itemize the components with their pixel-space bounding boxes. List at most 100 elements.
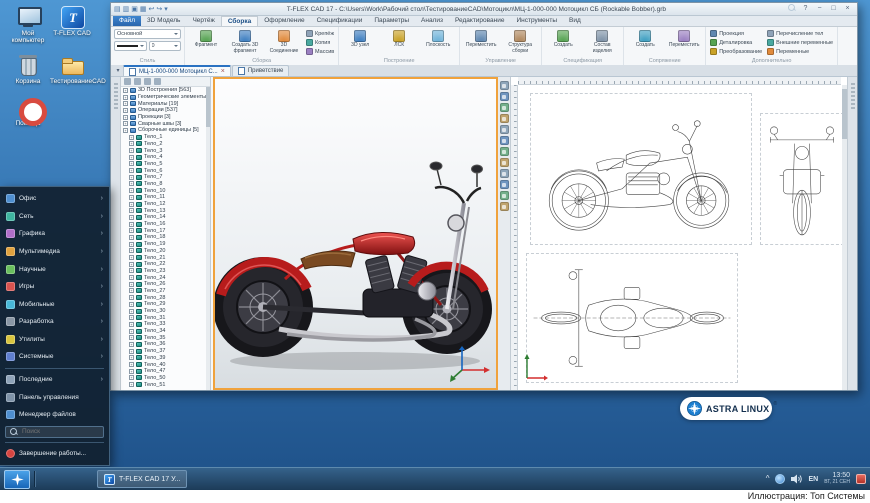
3d-viewport[interactable] <box>213 77 498 390</box>
tray-expand-icon[interactable]: ^ <box>766 475 770 483</box>
menu-category-8[interactable]: Разработка› <box>0 313 109 331</box>
ribbon-button[interactable]: Состав изделия <box>583 28 621 57</box>
desktop-icon-5[interactable]: Помощь <box>6 96 50 127</box>
zoom-icon[interactable] <box>500 114 509 123</box>
pan-icon[interactable] <box>500 103 509 112</box>
motorcycle-top-view-drawing[interactable] <box>526 253 738 383</box>
ribbon-tab-2[interactable]: 3D Модель <box>141 16 186 26</box>
motorcycle-side-view-drawing[interactable] <box>530 93 752 245</box>
minimize-button[interactable]: − <box>813 4 826 14</box>
ribbon-tab-8[interactable]: Анализ <box>415 16 449 26</box>
ribbon-button[interactable]: Создать <box>626 28 664 57</box>
priority-combo[interactable]: 0 <box>149 41 182 51</box>
expand-icon[interactable]: + <box>129 181 134 186</box>
ribbon-tab-6[interactable]: Спецификации <box>311 16 369 26</box>
measure-icon[interactable] <box>500 202 509 211</box>
rotate-view-icon[interactable] <box>500 92 509 101</box>
tree-body-row[interactable]: +Тело_18 <box>121 234 206 241</box>
print-icon[interactable]: ▦ <box>140 5 147 14</box>
tree-scrollbar[interactable] <box>206 87 210 390</box>
ribbon-button[interactable]: Создать 3D фрагмент <box>226 28 264 57</box>
document-tab-2[interactable]: Приветствие <box>232 65 290 76</box>
motorcycle-front-view-drawing[interactable] <box>760 113 844 245</box>
expand-icon[interactable]: + <box>129 268 134 273</box>
menu-category-1[interactable]: Офис› <box>0 190 109 208</box>
line-style-combo[interactable] <box>114 41 147 51</box>
save-icon[interactable]: ▣ <box>131 5 138 14</box>
expand-icon[interactable]: + <box>129 188 134 193</box>
expand-icon[interactable]: + <box>129 329 134 334</box>
expand-icon[interactable]: + <box>129 362 134 367</box>
wireframe-icon[interactable] <box>500 180 509 189</box>
tree-folder-row[interactable]: +Материалы [19] <box>121 100 206 107</box>
desktop-icon-1[interactable]: Мой компьютер <box>6 6 50 44</box>
tree-body-row[interactable]: +Тело_23 <box>121 268 206 275</box>
start-button[interactable] <box>4 470 30 489</box>
expand-icon[interactable]: + <box>129 135 134 140</box>
tree-body-row[interactable]: +Тело_8 <box>121 181 206 188</box>
tree-body-row[interactable]: +Тело_34 <box>121 328 206 335</box>
titlebar[interactable]: ▤▥▣▦↩↪▾ T-FLEX CAD 17 - C:\Users\Work\Ра… <box>111 3 857 16</box>
redo-icon[interactable]: ↪ <box>156 5 162 14</box>
expand-icon[interactable]: + <box>123 121 128 126</box>
ribbon-button[interactable]: Переместить <box>665 28 703 57</box>
ribbon-button[interactable]: Создать <box>544 28 582 57</box>
iso-view-icon[interactable] <box>500 158 509 167</box>
expand-icon[interactable]: + <box>129 375 134 380</box>
tree-body-row[interactable]: +Тело_26 <box>121 281 206 288</box>
tree-body-row[interactable]: +Тело_39 <box>121 355 206 362</box>
menu-category-9[interactable]: Утилиты› <box>0 331 109 349</box>
tree-body-row[interactable]: +Тело_21 <box>121 254 206 261</box>
expand-icon[interactable]: + <box>129 382 134 387</box>
expand-icon[interactable]: + <box>123 115 128 120</box>
tree-settings-icon[interactable] <box>154 78 161 85</box>
menu-category-3[interactable]: Графика› <box>0 225 109 243</box>
tree-folder-row[interactable]: +Проекции [3] <box>121 114 206 121</box>
ribbon-button[interactable]: Деталировка <box>708 38 764 47</box>
tree-body-row[interactable]: +Тело_16 <box>121 221 206 228</box>
left-panel-strip[interactable] <box>111 77 121 390</box>
tree-body-row[interactable]: +Тело_40 <box>121 361 206 368</box>
menu-item-recent[interactable]: Последние› <box>0 371 109 389</box>
expand-icon[interactable]: + <box>129 275 134 280</box>
ribbon-tab-10[interactable]: Инструменты <box>510 16 563 26</box>
expand-icon[interactable]: + <box>129 235 134 240</box>
volume-icon[interactable] <box>791 474 802 484</box>
tree-body-row[interactable]: +Тело_30 <box>121 308 206 315</box>
tree-body-row[interactable]: +Тело_28 <box>121 294 206 301</box>
expand-icon[interactable]: + <box>129 302 134 307</box>
ribbon-button[interactable]: Плоскость <box>419 28 457 57</box>
document-tab-1[interactable]: МЦ-1-000-000 Мотоцикл С...× <box>123 65 231 76</box>
ribbon-button[interactable]: Переменные <box>765 47 835 56</box>
expand-icon[interactable]: + <box>129 228 134 233</box>
expand-icon[interactable]: + <box>129 335 134 340</box>
tree-body-row[interactable]: +Тело_4 <box>121 154 206 161</box>
tree-body-row[interactable]: +Тело_1 <box>121 134 206 141</box>
ribbon-button[interactable]: Перечисление тел <box>765 29 835 38</box>
help-button[interactable]: ? <box>799 4 812 14</box>
new-doc-icon[interactable]: ▤ <box>114 5 121 14</box>
ribbon-tab-4[interactable]: Сборка <box>221 16 258 26</box>
expand-icon[interactable]: + <box>129 322 134 327</box>
tree-body-row[interactable]: +Тело_2 <box>121 141 206 148</box>
tree-body-row[interactable]: +Тело_31 <box>121 314 206 321</box>
tree-body-row[interactable]: +Тело_24 <box>121 274 206 281</box>
tree-body-row[interactable]: +Тело_3 <box>121 147 206 154</box>
fit-view-icon[interactable] <box>500 136 509 145</box>
documents-menu-icon[interactable]: ▾ <box>113 66 123 76</box>
network-tray-icon[interactable] <box>775 474 785 484</box>
expand-icon[interactable]: + <box>129 168 134 173</box>
ribbon-button[interactable]: 3D узел <box>341 28 379 57</box>
ribbon-tab-9[interactable]: Редактирование <box>449 16 511 26</box>
tree-folder-row[interactable]: +Операции [537] <box>121 107 206 114</box>
undo-icon[interactable]: ↩ <box>149 5 155 14</box>
zoom-window-icon[interactable] <box>500 125 509 134</box>
maximize-button[interactable]: □ <box>827 4 840 14</box>
expand-icon[interactable]: + <box>129 288 134 293</box>
ribbon-button[interactable]: Преобразование <box>708 47 764 56</box>
expand-icon[interactable]: + <box>129 208 134 213</box>
tree-folder-row[interactable]: +3D Построения [563] <box>121 87 206 94</box>
menu-search-input[interactable] <box>22 428 94 435</box>
tree-body-row[interactable]: +Тело_51 <box>121 381 206 388</box>
expand-icon[interactable]: + <box>129 148 134 153</box>
